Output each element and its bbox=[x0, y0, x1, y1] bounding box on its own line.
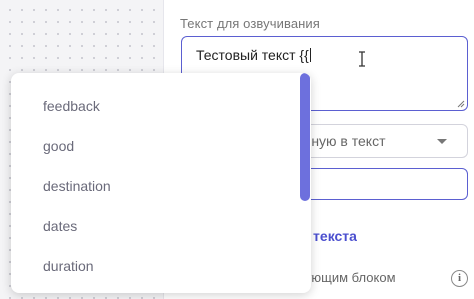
dropdown-item[interactable]: duration bbox=[11, 246, 296, 286]
variable-dropdown: feedback good destination dates duration bbox=[11, 73, 311, 293]
text-caret bbox=[309, 48, 311, 62]
chevron-down-icon bbox=[437, 139, 447, 144]
dropdown-scroll-thumb[interactable] bbox=[300, 73, 310, 201]
text-field-label: Текст для озвучивания bbox=[180, 16, 320, 31]
text-cursor-icon bbox=[359, 51, 365, 67]
dropdown-item[interactable]: dates bbox=[11, 206, 296, 246]
resize-handle-icon[interactable] bbox=[457, 100, 465, 108]
dropdown-item[interactable]: good bbox=[11, 126, 296, 166]
textarea-value: Тестовый текст {{ bbox=[196, 47, 309, 63]
dropdown-item[interactable]: destination bbox=[11, 166, 296, 206]
info-icon[interactable]: i bbox=[451, 270, 468, 287]
dropdown-item[interactable]: feedback bbox=[11, 86, 296, 126]
dropdown-scrollbar[interactable] bbox=[300, 73, 311, 293]
